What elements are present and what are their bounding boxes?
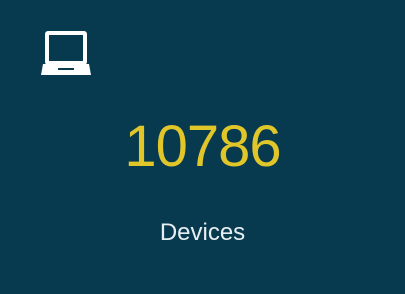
devices-tile[interactable]: 10786 Devices [0,0,405,294]
laptop-icon [40,30,92,78]
device-count: 10786 [124,114,281,179]
tile-label: Devices [159,219,246,246]
